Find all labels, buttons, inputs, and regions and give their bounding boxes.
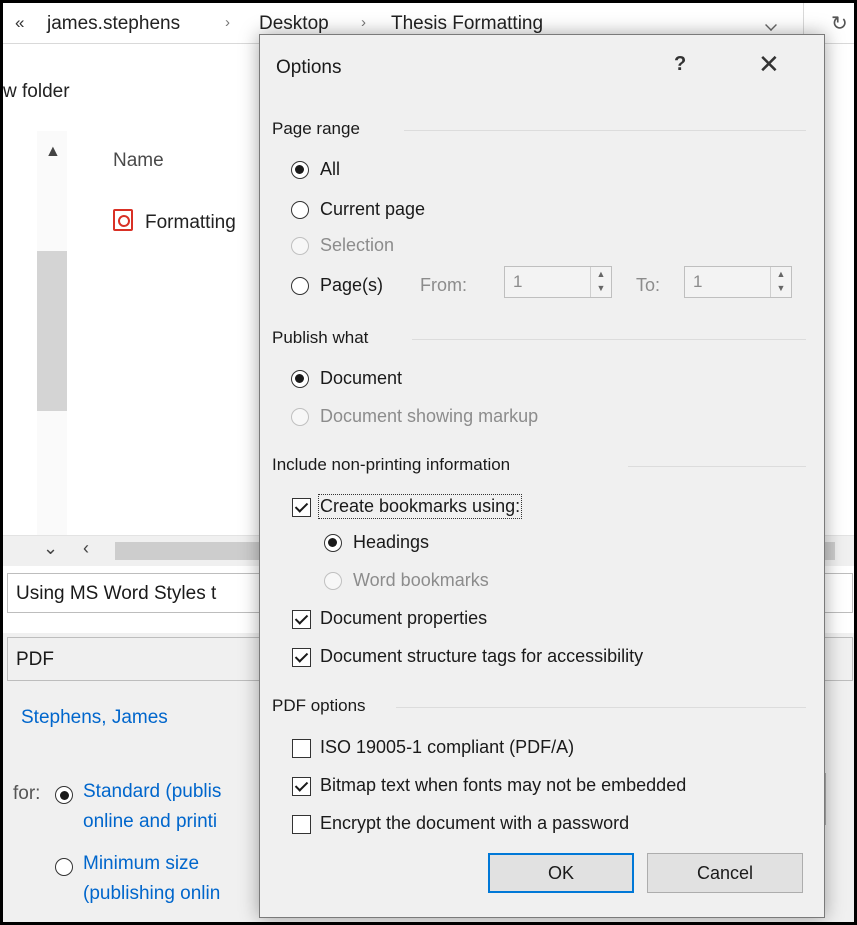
publish-document-radio[interactable] <box>291 370 309 388</box>
optimize-minimum-label-line2[interactable]: (publishing onlin <box>83 883 220 905</box>
publish-markup-radio <box>291 408 309 426</box>
page-range-pages-label[interactable]: Page(s) <box>320 275 383 296</box>
page-range-current-label[interactable]: Current page <box>320 199 425 220</box>
breadcrumb-user[interactable]: james.stephens <box>47 13 180 35</box>
group-non-printing: Include non-printing information <box>272 455 511 474</box>
breadcrumb-separator-icon: › <box>225 14 230 31</box>
encrypt-label[interactable]: Encrypt the document with a password <box>320 813 629 834</box>
breadcrumb-desktop[interactable]: Desktop <box>259 13 329 35</box>
scroll-down-icon[interactable]: ⌄ <box>43 538 58 559</box>
group-publish-what: Publish what <box>272 328 369 347</box>
optimize-standard-radio[interactable] <box>55 786 73 804</box>
optimize-minimum-radio[interactable] <box>55 858 73 876</box>
structure-tags-label[interactable]: Document structure tags for accessibilit… <box>320 646 643 667</box>
options-dialog: Options ? ✕ Page range All Current page … <box>259 34 825 918</box>
group-page-range: Page range <box>272 119 360 138</box>
optimize-minimum-label[interactable]: Minimum size <box>83 853 199 875</box>
bookmarks-headings-label[interactable]: Headings <box>353 532 429 553</box>
refresh-icon[interactable]: ↻ <box>831 11 848 36</box>
page-range-all-radio[interactable] <box>291 161 309 179</box>
breadcrumb-overflow-icon[interactable]: « <box>15 13 24 33</box>
breadcrumb-thesis-formatting[interactable]: Thesis Formatting <box>391 13 543 35</box>
bookmarks-word-label: Word bookmarks <box>353 570 489 590</box>
page-to-label: To: <box>636 275 661 295</box>
group-divider <box>412 339 806 340</box>
document-properties-label[interactable]: Document properties <box>320 608 487 629</box>
dialog-body: Page range All Current page Selection Pa… <box>260 103 824 917</box>
page-from-label: From: <box>420 275 467 295</box>
optimize-standard-label-line2[interactable]: online and printi <box>83 811 217 833</box>
bookmarks-word-radio <box>324 572 342 590</box>
page-range-selection-radio <box>291 237 309 255</box>
iso-compliant-checkbox[interactable] <box>292 739 311 758</box>
create-bookmarks-checkbox[interactable] <box>292 498 311 517</box>
address-dropdown-icon[interactable] <box>765 19 777 31</box>
publish-document-label[interactable]: Document <box>320 368 402 389</box>
optimize-standard-label[interactable]: Standard (publis <box>83 781 221 803</box>
breadcrumb-separator-icon: › <box>361 14 366 31</box>
group-divider <box>404 130 806 131</box>
close-icon[interactable]: ✕ <box>758 49 780 80</box>
group-pdf-options: PDF options <box>272 696 366 715</box>
page-range-pages-radio[interactable] <box>291 277 309 295</box>
encrypt-checkbox[interactable] <box>292 815 311 834</box>
page-from-value: 1 <box>513 272 523 291</box>
authors-link[interactable]: Stephens, James <box>21 707 168 729</box>
page-range-all-label[interactable]: All <box>320 159 340 180</box>
page-range-selection-label: Selection <box>320 235 395 255</box>
group-divider <box>628 466 806 467</box>
structure-tags-checkbox[interactable] <box>292 648 311 667</box>
iso-compliant-label[interactable]: ISO 19005-1 compliant (PDF/A) <box>320 737 574 758</box>
page-from-spinner: 1 ▲ ▼ <box>504 266 612 298</box>
bookmarks-headings-radio[interactable] <box>324 534 342 552</box>
bitmap-text-label[interactable]: Bitmap text when fonts may not be embedd… <box>320 775 686 796</box>
file-name: Formatting <box>145 212 236 233</box>
group-divider <box>396 707 806 708</box>
ok-button[interactable]: OK <box>488 853 634 893</box>
optimize-for-label: for: <box>13 783 41 804</box>
page-to-value: 1 <box>693 272 703 291</box>
column-header-name[interactable]: Name <box>113 150 164 172</box>
bitmap-text-checkbox[interactable] <box>292 777 311 796</box>
document-properties-checkbox[interactable] <box>292 610 311 629</box>
scroll-left-icon[interactable]: ‹ <box>83 538 89 559</box>
file-list-item[interactable]: Formatting <box>113 209 236 234</box>
nav-scrollbar-thumb[interactable] <box>37 251 67 411</box>
spinner-arrows-icon: ▲ ▼ <box>590 267 611 297</box>
new-folder-button[interactable]: w folder <box>3 81 70 103</box>
pdf-file-icon <box>113 209 133 231</box>
create-bookmarks-label[interactable]: Create bookmarks using: <box>317 494 523 519</box>
help-icon[interactable]: ? <box>674 53 686 76</box>
publish-markup-label: Document showing markup <box>320 406 539 426</box>
scroll-up-icon[interactable]: ▲ <box>45 143 61 161</box>
page-to-spinner: 1 ▲ ▼ <box>684 266 792 298</box>
cancel-button[interactable]: Cancel <box>647 853 803 893</box>
spinner-arrows-icon: ▲ ▼ <box>770 267 791 297</box>
page-range-current-radio[interactable] <box>291 201 309 219</box>
dialog-title: Options <box>276 57 342 78</box>
